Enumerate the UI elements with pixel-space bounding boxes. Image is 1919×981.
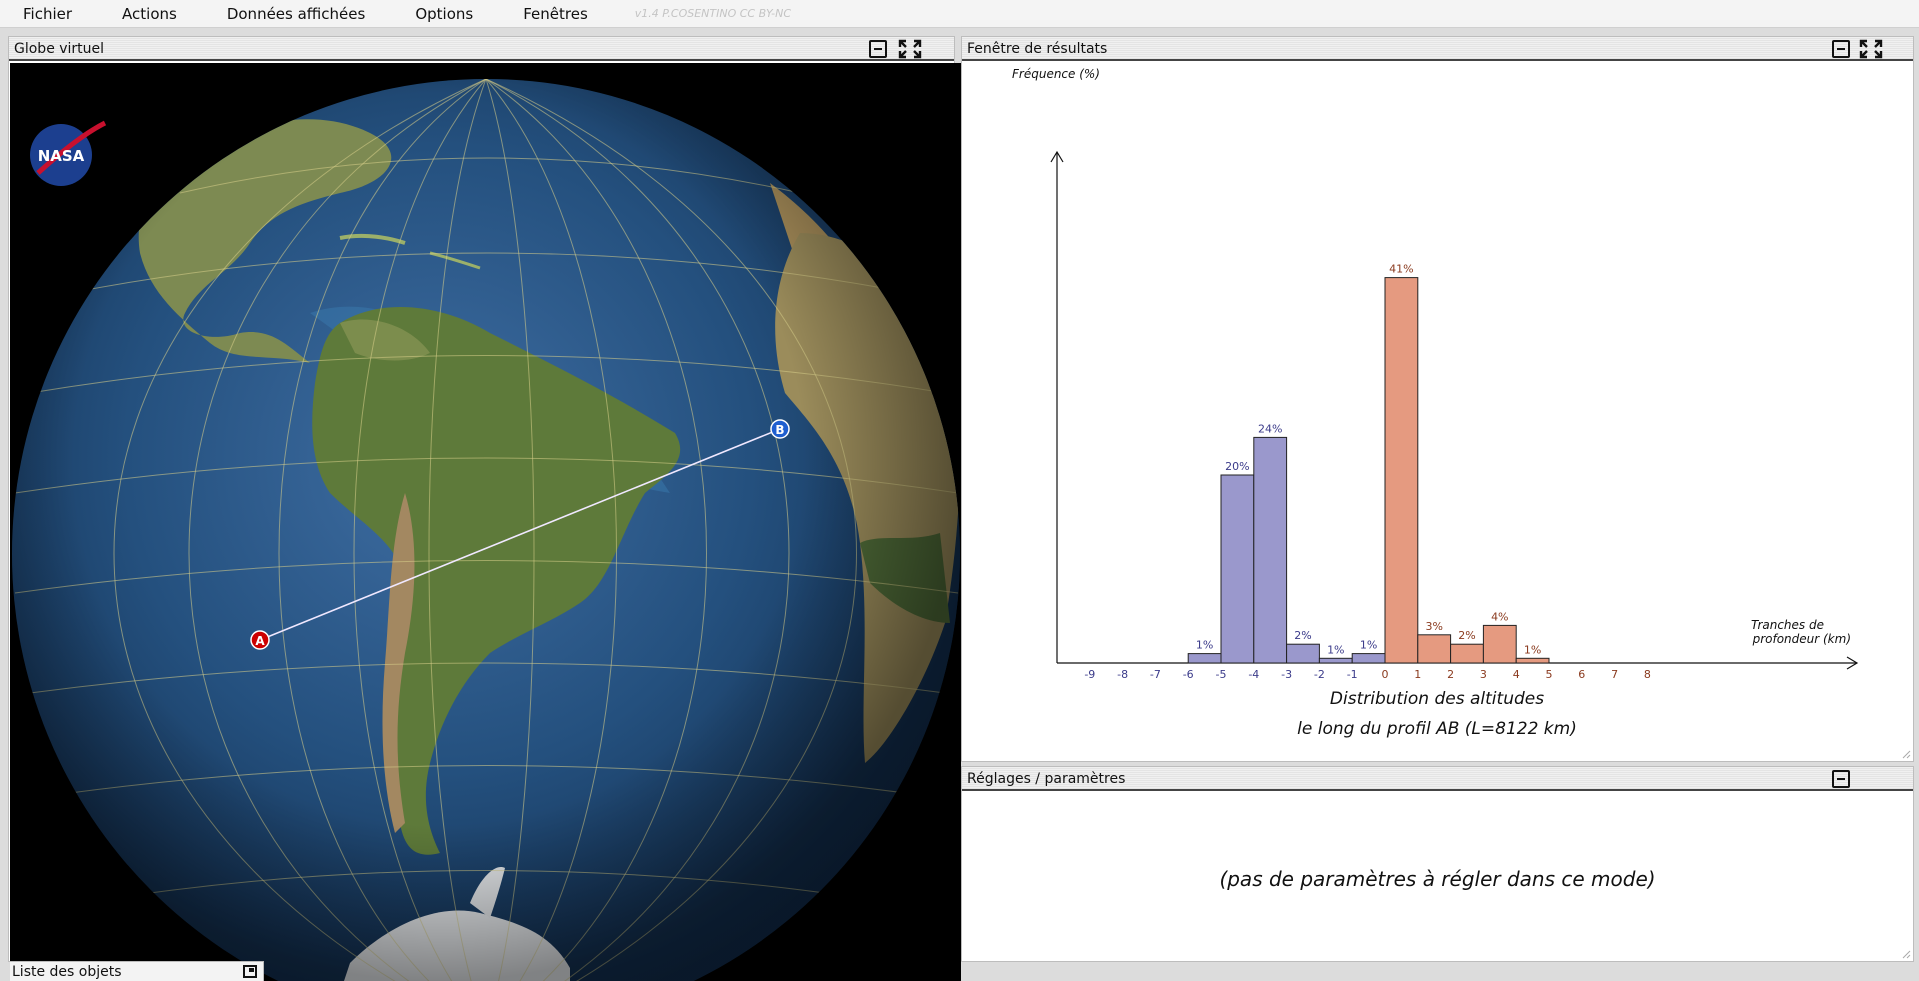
histogram-bar-2 (1253, 436, 1288, 664)
x-tick-label-8: -1 (1347, 668, 1358, 681)
bar-value-label-2: 24% (1258, 422, 1282, 435)
x-tick-label-15: 6 (1578, 668, 1585, 681)
x-tick-label-16: 7 (1611, 668, 1618, 681)
histogram-bar-1 (1220, 474, 1255, 664)
minimize-icon[interactable] (1832, 770, 1850, 788)
menu-bar: Fichier Actions Données affichées Option… (0, 0, 1919, 28)
object-list-bar[interactable]: Liste des objets (10, 961, 264, 981)
x-tick-label-0: -9 (1084, 668, 1095, 681)
menu-fenetres[interactable]: Fenêtres (523, 5, 588, 23)
histogram-bar-6 (1384, 277, 1419, 664)
svg-text:NASA: NASA (38, 147, 85, 165)
maximize-icon[interactable] (897, 38, 923, 60)
bar-value-label-9: 4% (1491, 610, 1508, 623)
histogram-bar-3 (1286, 643, 1320, 664)
svg-text:A: A (255, 634, 265, 648)
histogram-bar-7 (1417, 634, 1452, 664)
point-a-marker[interactable]: A (250, 630, 270, 650)
bar-value-label-6: 41% (1389, 263, 1413, 276)
histogram-bar-0 (1187, 653, 1222, 664)
bar-value-label-4: 1% (1327, 643, 1344, 656)
svg-text:B: B (775, 423, 784, 437)
histogram-bar-8 (1450, 643, 1484, 664)
settings-panel-title: Réglages / paramètres (967, 771, 1126, 787)
x-tick-label-14: 5 (1546, 668, 1553, 681)
bar-value-label-10: 1% (1524, 643, 1541, 656)
globe-view[interactable]: NASA A B Liste des objets (10, 63, 961, 981)
results-panel: Fenêtre de résultats Fréquence (%) Tranc… (961, 36, 1914, 762)
bar-value-label-3: 2% (1294, 629, 1311, 642)
chart-subtitle: le long du profil AB (L=8122 km) (1297, 719, 1577, 739)
x-tick-label-7: -2 (1314, 668, 1325, 681)
menu-actions[interactable]: Actions (122, 5, 177, 23)
minimize-icon[interactable] (1832, 40, 1850, 58)
altitude-histogram: Fréquence (%) Tranches de profondeur (km… (1012, 67, 1859, 739)
bar-value-label-1: 20% (1225, 460, 1249, 473)
x-tick-label-11: 2 (1447, 668, 1454, 681)
x-tick-label-13: 4 (1513, 668, 1520, 681)
y-axis-label: Fréquence (%) (1012, 67, 1100, 81)
x-tick-label-5: -4 (1248, 668, 1259, 681)
version-label: v1.4 P.COSENTINO CC BY-NC (634, 7, 792, 20)
menu-donnees-affichees[interactable]: Données affichées (227, 5, 366, 23)
nasa-logo: NASA (30, 120, 107, 186)
globe-titlebar: Globe virtuel (9, 37, 954, 61)
resize-grip-icon[interactable] (1901, 949, 1911, 959)
x-tick-label-2: -7 (1150, 668, 1161, 681)
x-tick-label-17: 8 (1644, 668, 1651, 681)
histogram-bar-5 (1351, 653, 1386, 664)
results-titlebar: Fenêtre de résultats (962, 37, 1913, 61)
globe-panel-title: Globe virtuel (14, 41, 105, 57)
x-tick-label-3: -6 (1183, 668, 1194, 681)
settings-titlebar: Réglages / paramètres (962, 767, 1913, 791)
x-tick-label-6: -3 (1281, 668, 1292, 681)
bar-value-label-0: 1% (1196, 639, 1213, 652)
menu-options[interactable]: Options (415, 5, 473, 23)
histogram-bar-9 (1482, 624, 1517, 664)
x-tick-label-9: 0 (1382, 668, 1389, 681)
settings-message: (pas de paramètres à régler dans ce mode… (1219, 867, 1656, 891)
object-list-label: Liste des objets (12, 964, 122, 980)
minimize-icon[interactable] (869, 40, 887, 58)
x-tick-label-10: 1 (1414, 668, 1421, 681)
settings-panel: Réglages / paramètres (pas de paramètres… (961, 766, 1914, 962)
x-axis-label-line1: Tranches de (1751, 618, 1824, 632)
y-axis (1050, 150, 1064, 663)
bar-value-label-7: 3% (1425, 620, 1442, 633)
x-tick-label-4: -5 (1216, 668, 1227, 681)
x-tick-label-1: -8 (1117, 668, 1128, 681)
histogram-bar-4 (1318, 657, 1353, 664)
chart-area: Fréquence (%) Tranches de profondeur (km… (962, 63, 1919, 797)
x-axis-label-line2: profondeur (km) (1752, 632, 1851, 646)
globe-panel: Globe virtuel NASA A B Liste des objets (8, 36, 961, 981)
bar-value-label-8: 2% (1458, 629, 1475, 642)
resize-grip-icon[interactable] (1901, 749, 1911, 759)
menu-fichier[interactable]: Fichier (23, 5, 72, 23)
point-b-marker[interactable]: B (770, 419, 790, 439)
results-panel-title: Fenêtre de résultats (967, 41, 1108, 57)
histogram-bar-10 (1515, 657, 1550, 664)
restore-icon[interactable] (243, 965, 257, 978)
globe-graphic[interactable]: NASA A B (10, 63, 961, 981)
chart-title: Distribution des altitudes (1330, 689, 1544, 709)
maximize-icon[interactable] (1858, 38, 1884, 60)
bar-value-label-5: 1% (1360, 639, 1377, 652)
x-tick-label-12: 3 (1480, 668, 1487, 681)
